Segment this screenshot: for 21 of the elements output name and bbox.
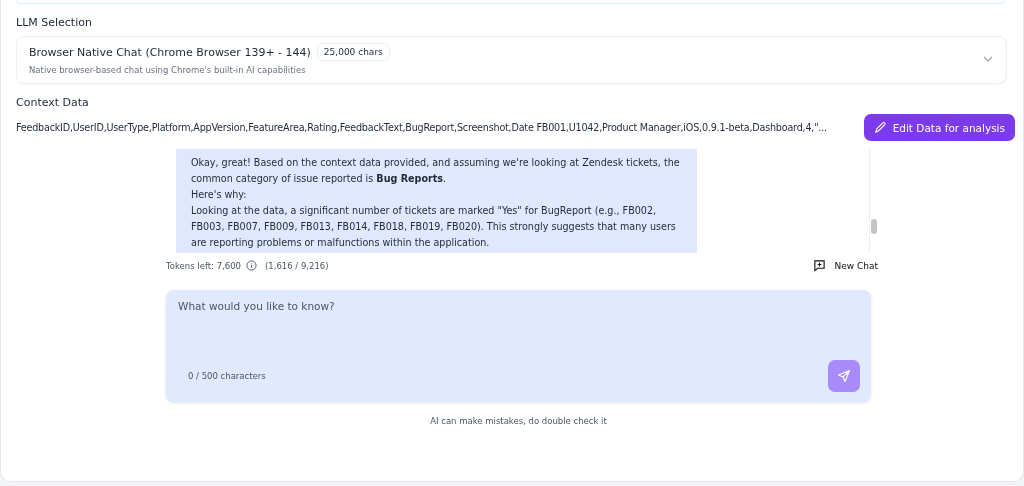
context-data-preview: FeedbackID,UserID,UserType,Platform,AppVersion,FeatureArea,Rating,FeedbackText,BugReport,Screenshot,Date FB001,U1042,Product Manager,iOS,0.9.1-beta,Dashboard,4,"...	[16, 122, 828, 133]
model-name: Browser Native Chat (Chrome Browser 139+ - 144)	[29, 45, 311, 59]
model-dropdown[interactable]: Browser Native Chat (Chrome Browser 139+ - 144) 25,000 chars Native browser-based chat using Chrome's built-in AI capabilities	[16, 36, 1007, 84]
chat-input-box[interactable]: What would you like to know? 0 / 500 characters	[166, 290, 871, 402]
info-icon[interactable]	[246, 260, 257, 271]
token-usage: (1,616 / 9,216)	[265, 260, 329, 271]
char-limit-badge: 25,000 chars	[316, 43, 390, 61]
section-heading: Context Data	[16, 96, 90, 109]
character-counter: 0 / 500 characters	[188, 371, 266, 381]
scrollbar-thumb[interactable]	[871, 219, 877, 234]
pencil-icon	[873, 121, 887, 134]
assistant-message: Okay, great! Based on the context data provided, and assuming we're looking at Zendesk tickets, the common category of issue reported is Bug Reports. Here's why: Looking at the data, a significant number of tickets are marked "Yes" for BugReport (e.g., FB002, FB003, FB007, FB009, FB013, FB014, FB018, FB019, FB020). This strongly suggests that many users are reporting problems or malfunctions within the application.	[176, 149, 697, 253]
edit-data-button[interactable]: Edit Data for analysis	[863, 114, 1015, 141]
section-heading: LLM Selection	[16, 16, 93, 29]
chat-plus-icon	[813, 259, 827, 272]
tokens-left: Tokens left: 7,600	[166, 260, 241, 271]
new-chat-button[interactable]: New Chat	[813, 259, 878, 272]
model-description: Native browser-based chat using Chrome's built-in AI capabilities	[29, 65, 307, 75]
disclaimer-text: AI can make mistakes, do double check it	[429, 416, 608, 426]
send-icon	[837, 369, 851, 383]
chat-input-field[interactable]: What would you like to know?	[178, 300, 860, 360]
